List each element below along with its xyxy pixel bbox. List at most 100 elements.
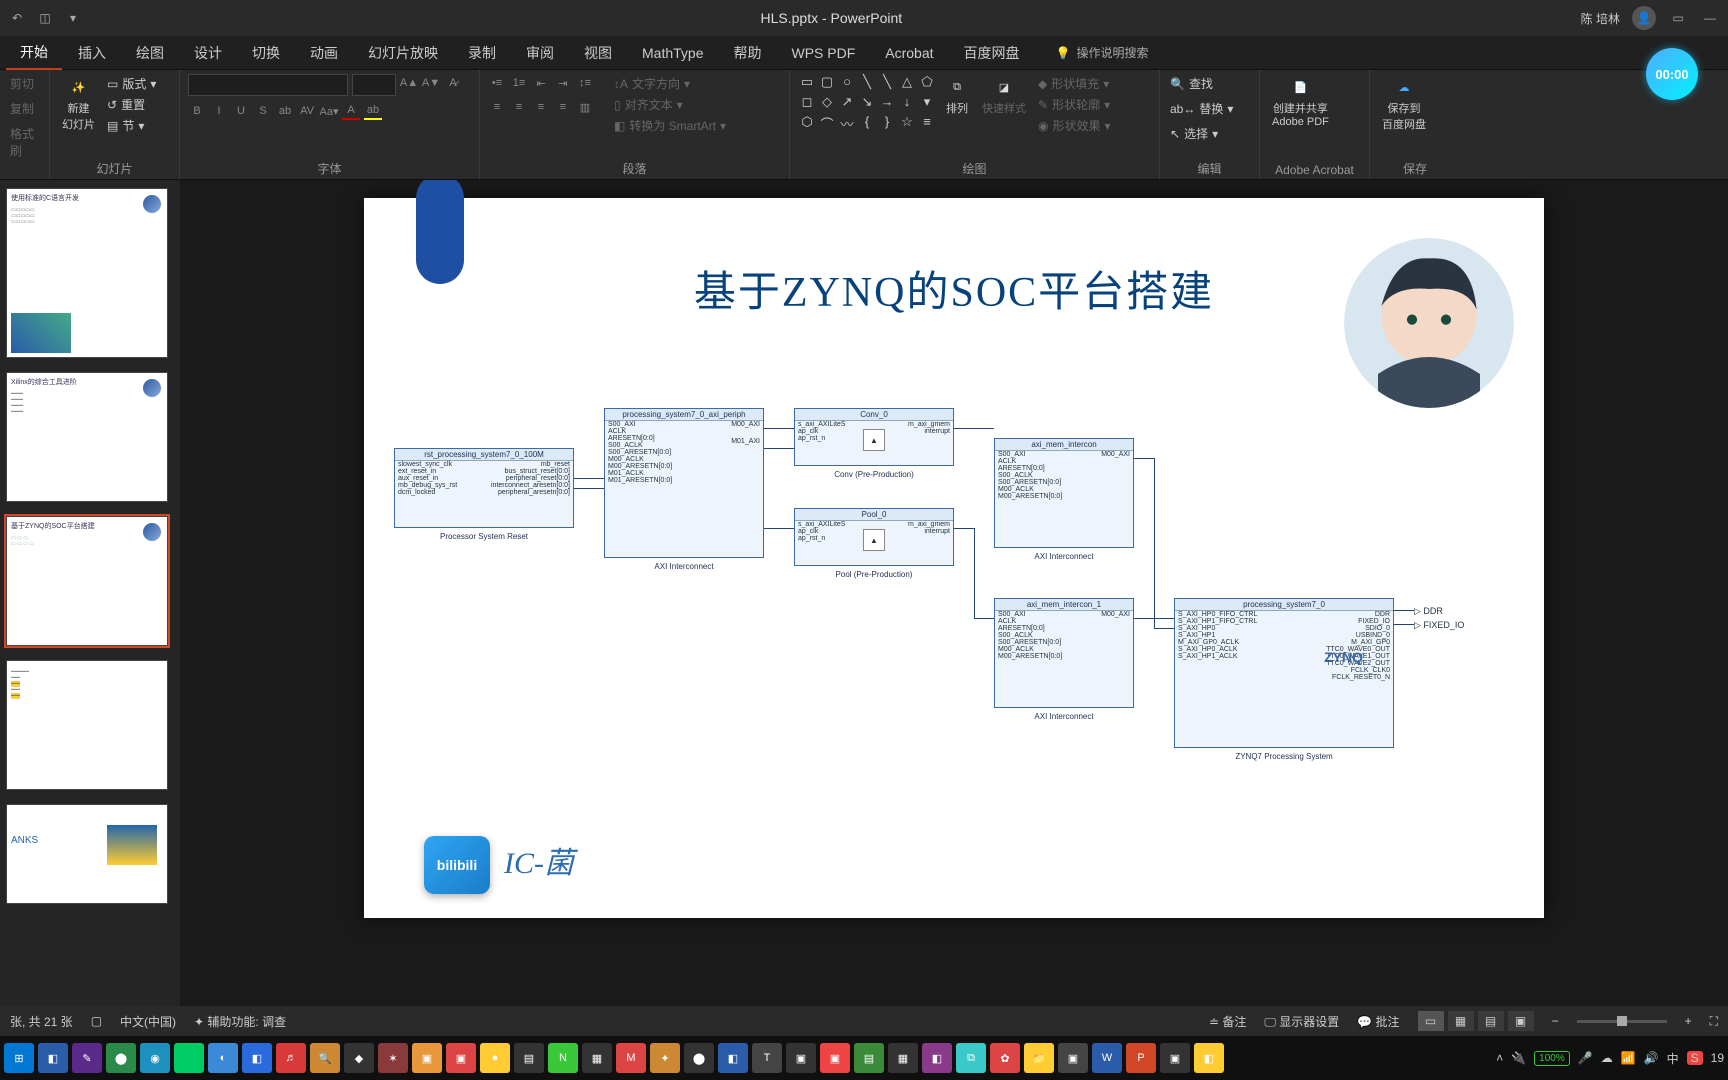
save-baidu-button[interactable]: ☁保存到 百度网盘 [1378, 74, 1430, 134]
quick-styles-button[interactable]: ◪快速样式 [978, 74, 1030, 118]
qat-more-icon[interactable]: ▾ [64, 9, 82, 27]
task-app[interactable]: ✶ [378, 1043, 408, 1073]
line-spacing-icon[interactable]: ↕≡ [576, 74, 594, 92]
tab-transitions[interactable]: 切换 [238, 37, 294, 69]
tray-volume-icon[interactable]: 🔊 [1644, 1051, 1659, 1065]
task-app[interactable]: ✎ [72, 1043, 102, 1073]
task-app[interactable]: ◧ [38, 1043, 68, 1073]
tray-plug-icon[interactable]: 🔌 [1511, 1051, 1526, 1065]
tell-me-search[interactable]: 💡 操作说明搜索 [1056, 44, 1149, 61]
task-app[interactable]: ◐ [208, 1043, 238, 1073]
minimize-icon[interactable]: — [1700, 8, 1720, 28]
case-icon[interactable]: Aa▾ [320, 102, 338, 120]
bold-icon[interactable]: B [188, 102, 206, 120]
current-slide[interactable]: 基于ZYNQ的SOC平台搭建 rst_processing_system7_0_… [364, 198, 1544, 918]
tab-animations[interactable]: 动画 [296, 37, 352, 69]
battery-indicator[interactable]: 100% [1534, 1051, 1570, 1066]
tray-mic-icon[interactable]: 🎤 [1578, 1051, 1593, 1065]
touch-mode-icon[interactable]: ◫ [36, 9, 54, 27]
recording-timer[interactable]: 00:00 [1646, 48, 1698, 100]
tab-slideshow[interactable]: 幻灯片放映 [354, 37, 452, 69]
thumb-slide[interactable]: ━━━━━━━━━━━━━━━━━━ [6, 660, 168, 790]
tray-ime[interactable]: 中 [1667, 1050, 1679, 1067]
tab-review[interactable]: 审阅 [512, 37, 568, 69]
task-edge[interactable] [174, 1043, 204, 1073]
tab-insert[interactable]: 插入 [64, 37, 120, 69]
task-app[interactable]: ▦ [888, 1043, 918, 1073]
justify-icon[interactable]: ≡ [554, 98, 572, 116]
task-app[interactable]: ▤ [514, 1043, 544, 1073]
task-powerpoint[interactable]: P [1126, 1043, 1156, 1073]
slideshow-view-icon[interactable]: ▣ [1508, 1011, 1534, 1031]
tab-view[interactable]: 视图 [570, 37, 626, 69]
tab-design[interactable]: 设计 [180, 37, 236, 69]
task-app[interactable]: W [1092, 1043, 1122, 1073]
undo-icon[interactable]: ↶ [8, 9, 26, 27]
font-family-combo[interactable] [188, 74, 348, 96]
task-app[interactable]: ◧ [242, 1043, 272, 1073]
thumb-slide-current[interactable]: 基于ZYNQ的SOC平台搭建▭ ▭ ▭▭ ▭ ▭ ▭ [6, 516, 168, 646]
comments-button[interactable]: 💬 批注 [1357, 1013, 1399, 1030]
shape-effects-button[interactable]: ◉ 形状效果 ▾ [1036, 116, 1113, 135]
task-app[interactable]: ▣ [1160, 1043, 1190, 1073]
task-app[interactable]: ◆ [344, 1043, 374, 1073]
task-app[interactable]: ⬤ [684, 1043, 714, 1073]
zoom-in-icon[interactable]: + [1685, 1014, 1692, 1028]
notes-button[interactable]: ≐ 备注 [1209, 1013, 1246, 1030]
slide-canvas[interactable]: 基于ZYNQ的SOC平台搭建 rst_processing_system7_0_… [180, 180, 1728, 1006]
spellcheck-icon[interactable]: ▢ [91, 1014, 102, 1028]
tab-wpspdf[interactable]: WPS PDF [777, 39, 869, 67]
start-icon[interactable]: ⊞ [4, 1043, 34, 1073]
numbering-icon[interactable]: 1≡ [510, 74, 528, 92]
fit-window-icon[interactable]: ⛶ [1710, 1014, 1718, 1029]
thumb-slide[interactable]: ANKS [6, 804, 168, 904]
highlight-icon[interactable]: ab [364, 102, 382, 120]
new-slide-button[interactable]: ✨ 新建 幻灯片 [58, 74, 99, 134]
tab-acrobat[interactable]: Acrobat [871, 39, 947, 67]
strike-icon[interactable]: S [254, 102, 272, 120]
align-center-icon[interactable]: ≡ [510, 98, 528, 116]
tab-help[interactable]: 帮助 [719, 37, 775, 69]
ribbon-display-icon[interactable]: ▭ [1668, 8, 1688, 28]
user-avatar-icon[interactable]: 👤 [1632, 6, 1656, 30]
thumb-slide[interactable]: 使用标准的C语言开发▭▭▭▭▭▭▭▭▭▭▭▭▭▭▭ [6, 188, 168, 358]
columns-icon[interactable]: ▥ [576, 98, 594, 116]
task-app[interactable]: ⧉ [956, 1043, 986, 1073]
find-button[interactable]: 🔍 查找 [1168, 74, 1215, 93]
select-button[interactable]: ↖ 选择 ▾ [1168, 124, 1220, 143]
task-app[interactable]: ⬤ [106, 1043, 136, 1073]
tab-record[interactable]: 录制 [454, 37, 510, 69]
shapes-gallery[interactable]: ▭▢○╲╲△⬠ ◻◇↗↘→↓▾ ⬡⌒〰{}☆≡ [798, 74, 936, 132]
sorter-view-icon[interactable]: ▦ [1448, 1011, 1474, 1031]
normal-view-icon[interactable]: ▭ [1418, 1011, 1444, 1031]
zoom-slider[interactable] [1577, 1020, 1667, 1023]
align-left-icon[interactable]: ≡ [488, 98, 506, 116]
shape-outline-button[interactable]: ✎ 形状轮廓 ▾ [1036, 95, 1113, 114]
font-color-icon[interactable]: A [342, 102, 360, 120]
tray-sogou[interactable]: S [1687, 1051, 1703, 1065]
task-app[interactable]: ✿ [990, 1043, 1020, 1073]
task-app[interactable]: ♬ [276, 1043, 306, 1073]
reset-button[interactable]: ↺ 重置 [105, 95, 158, 114]
task-app[interactable]: ● [480, 1043, 510, 1073]
task-app[interactable]: ▤ [854, 1043, 884, 1073]
task-app[interactable]: ▣ [1058, 1043, 1088, 1073]
task-app[interactable]: M [616, 1043, 646, 1073]
slide-thumbnails[interactable]: 使用标准的C语言开发▭▭▭▭▭▭▭▭▭▭▭▭▭▭▭ Xilinx的综合工具进阶━… [0, 180, 180, 1006]
italic-icon[interactable]: I [210, 102, 228, 120]
task-app[interactable]: ▣ [412, 1043, 442, 1073]
shadow-icon[interactable]: ab [276, 102, 294, 120]
task-app[interactable]: ▣ [820, 1043, 850, 1073]
layout-button[interactable]: ▭ 版式 ▾ [105, 74, 158, 93]
clear-format-icon[interactable]: A̷ [444, 74, 462, 92]
task-app[interactable]: ◉ [140, 1043, 170, 1073]
tab-baidu[interactable]: 百度网盘 [950, 37, 1034, 69]
section-button[interactable]: ▤ 节 ▾ [105, 116, 158, 135]
reading-view-icon[interactable]: ▤ [1478, 1011, 1504, 1031]
align-right-icon[interactable]: ≡ [532, 98, 550, 116]
task-app[interactable]: T [752, 1043, 782, 1073]
copy-button[interactable]: 复制 [8, 99, 36, 118]
tray-cloud-icon[interactable]: ☁ [1601, 1051, 1613, 1065]
underline-icon[interactable]: U [232, 102, 250, 120]
thumb-slide[interactable]: Xilinx的综合工具进阶━━━━━━━━━━━━━━━━ [6, 372, 168, 502]
